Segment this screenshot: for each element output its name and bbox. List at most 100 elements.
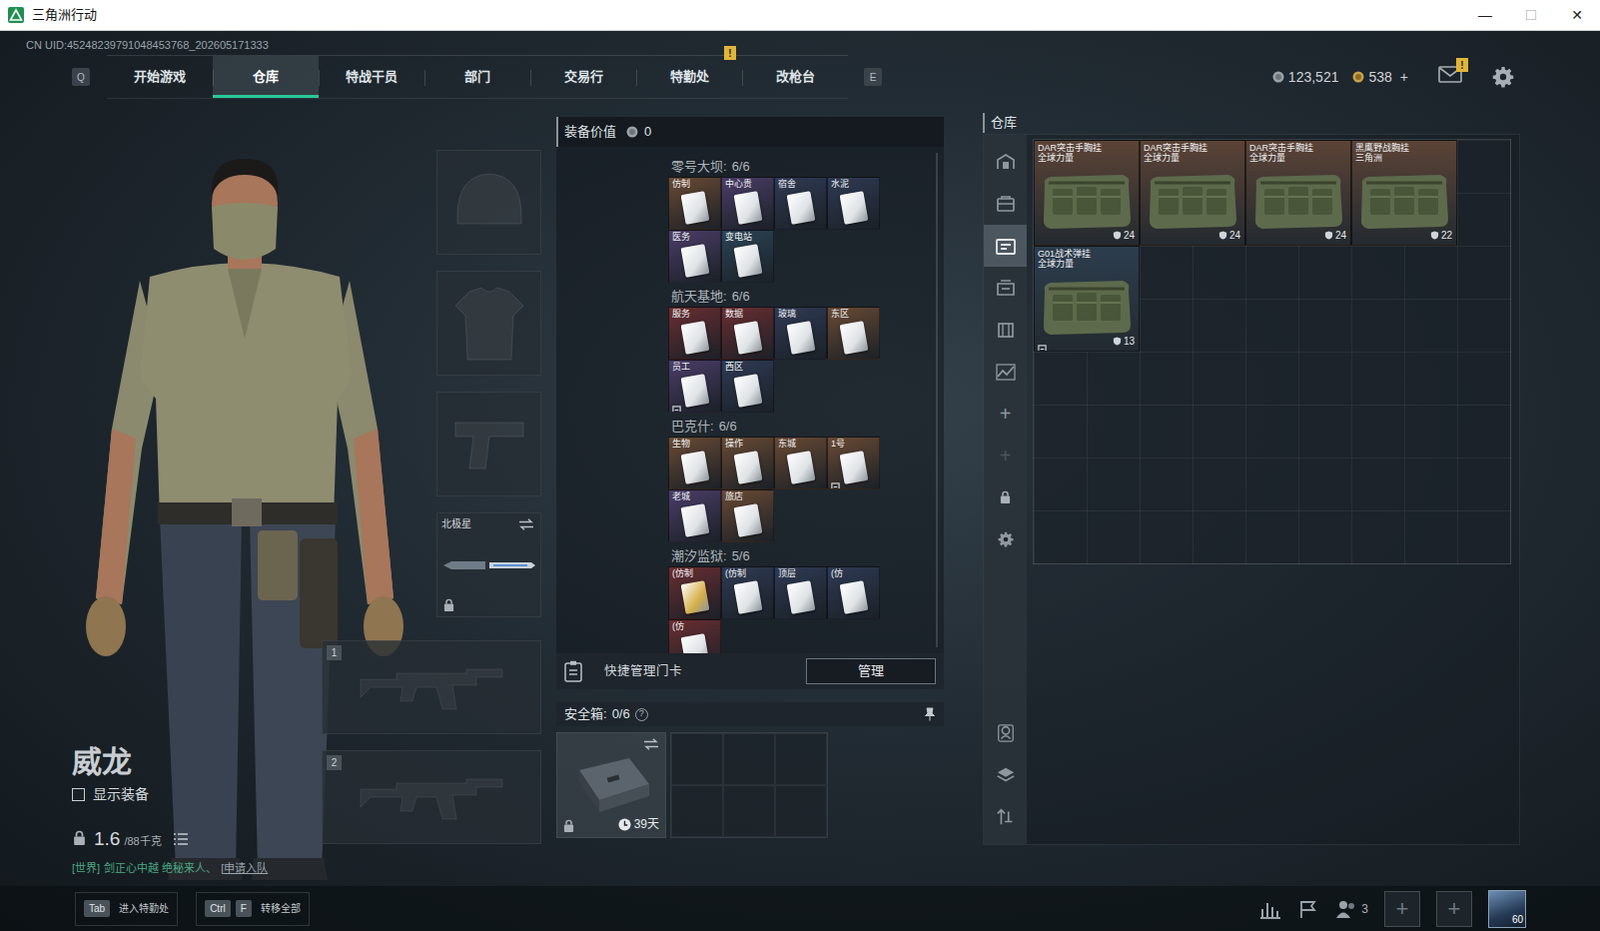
stash-tab[interactable] xyxy=(983,224,1027,267)
friends-button[interactable]: 3 xyxy=(1335,898,1369,919)
help-button[interactable]: ? xyxy=(635,708,649,722)
stash-item[interactable]: DAR突击手胸挂全球力量24 xyxy=(1139,139,1246,246)
keycard-count: 6/6 xyxy=(719,416,738,437)
nav-tab[interactable]: 交易行 xyxy=(530,55,637,98)
manage-button[interactable]: 管理 xyxy=(805,658,936,685)
keycard[interactable]: 宿舍 xyxy=(774,176,827,230)
invite-slot[interactable]: + xyxy=(1384,890,1421,927)
show-gear-toggle[interactable]: 显示装备 xyxy=(71,784,322,805)
shortcut-hint[interactable]: CtrlF转移全部 xyxy=(195,891,310,926)
operator-storage-button[interactable] xyxy=(983,712,1027,755)
keycard[interactable]: (仿 xyxy=(668,619,722,654)
stash-tab[interactable] xyxy=(983,182,1027,225)
top-up-button[interactable]: + xyxy=(1400,66,1409,88)
nav-tab[interactable]: 仓库 xyxy=(212,55,319,98)
list-icon[interactable] xyxy=(173,832,188,845)
stash-item[interactable]: 黑鹰野战胸挂三角洲22 xyxy=(1351,139,1458,246)
prev-tab-key[interactable]: Q xyxy=(71,67,90,86)
safe-cell[interactable] xyxy=(671,733,724,786)
keycard[interactable]: 医务 xyxy=(668,229,722,283)
rifle-icon xyxy=(356,657,507,718)
pin-icon[interactable] xyxy=(923,707,936,722)
shortcut-key: F xyxy=(235,899,252,917)
stash-item[interactable]: DAR突击手胸挂全球力量24 xyxy=(1033,139,1140,246)
weapon-slot[interactable]: 2 xyxy=(321,750,542,844)
nav-tab[interactable]: 改枪台 xyxy=(742,55,848,98)
keycard-label: (仿 xyxy=(669,620,721,634)
stats-chart-icon[interactable] xyxy=(1259,898,1282,919)
join-team-link[interactable]: [申请入队 xyxy=(220,859,268,877)
clock-icon xyxy=(618,817,632,831)
stash-item[interactable]: G01战术弹挂全球力量13 xyxy=(1033,245,1140,352)
swap-icon[interactable] xyxy=(643,738,660,751)
safe-cell[interactable] xyxy=(723,733,776,786)
bound-icon xyxy=(672,476,682,486)
weapon-slot[interactable]: 1 xyxy=(321,640,542,735)
window-control-button[interactable]: ✕ xyxy=(1554,0,1600,30)
safe-box-body: 39天 xyxy=(556,732,944,838)
stash-tab[interactable] xyxy=(983,266,1027,309)
stash-tab[interactable] xyxy=(983,350,1027,393)
safe-case-slot[interactable]: 39天 xyxy=(556,732,667,838)
sort-button[interactable] xyxy=(983,796,1027,838)
invite-slot[interactable]: + xyxy=(1436,890,1473,927)
safe-cell[interactable] xyxy=(775,785,827,837)
quick-manage-label: 快捷管理门卡 xyxy=(604,662,683,682)
armor-slot[interactable] xyxy=(436,270,542,376)
flag-icon[interactable] xyxy=(1297,898,1320,919)
player-avatar[interactable]: 60 xyxy=(1488,889,1527,928)
keycard[interactable]: (仿 xyxy=(826,566,880,620)
safe-cell[interactable] xyxy=(775,733,827,786)
keycard[interactable]: 生物 xyxy=(668,436,722,490)
keycard[interactable]: 中心贵 xyxy=(721,176,775,230)
keycard[interactable]: 水泥 xyxy=(826,176,880,230)
safe-cell[interactable] xyxy=(671,785,724,837)
keycard[interactable]: 仿制 xyxy=(668,176,722,230)
keycard[interactable]: 东区 xyxy=(826,306,880,360)
safe-cell[interactable] xyxy=(723,785,776,837)
shortcut-hint[interactable]: Tab进入特勤处 xyxy=(74,891,178,926)
map-name: 零号大坝: xyxy=(671,156,728,177)
stack-button[interactable] xyxy=(983,754,1027,797)
swap-icon[interactable] xyxy=(518,518,535,531)
keycard[interactable]: 员工 xyxy=(668,359,722,413)
keycard[interactable]: 东城 xyxy=(774,436,827,490)
mail-button[interactable]: ! xyxy=(1438,64,1463,89)
pistol-slot[interactable] xyxy=(436,391,542,497)
keycard[interactable]: 顶层 xyxy=(774,566,827,620)
stash-item[interactable]: DAR突击手胸挂全球力量24 xyxy=(1245,139,1352,246)
stash-lock-button[interactable] xyxy=(983,476,1027,519)
keycard[interactable]: (仿制 xyxy=(721,566,775,620)
helmet-slot[interactable] xyxy=(436,149,542,255)
keycard[interactable]: 变电站 xyxy=(721,229,775,283)
show-gear-checkbox[interactable] xyxy=(71,788,85,801)
nav-tab[interactable]: 部门 xyxy=(424,55,531,98)
bound-icon xyxy=(672,269,682,279)
nav-tab[interactable]: 特战干员 xyxy=(318,55,425,98)
keycard[interactable]: 1号 xyxy=(826,436,880,490)
add-stash-tab-button[interactable]: + xyxy=(983,392,1027,435)
premium-balance: 538+ xyxy=(1352,66,1409,88)
keycard[interactable]: 服务 xyxy=(668,306,722,360)
next-tab-key[interactable]: E xyxy=(863,67,882,86)
melee-slot[interactable]: 北极星 xyxy=(436,512,542,618)
stash-settings-button[interactable] xyxy=(983,518,1027,561)
scrollbar-track[interactable] xyxy=(935,152,938,648)
nav-tab[interactable]: 特勤处! xyxy=(636,55,743,98)
stash-tab[interactable] xyxy=(983,308,1027,351)
keycard[interactable]: 玻璃 xyxy=(774,306,827,360)
stash-tab[interactable] xyxy=(983,140,1027,183)
keycard[interactable]: 西区 xyxy=(721,359,775,413)
keycard[interactable]: 操作 xyxy=(721,436,775,490)
chest-rig-icon xyxy=(1038,272,1135,339)
keycard[interactable]: 老城 xyxy=(668,489,722,543)
layers-icon xyxy=(995,765,1016,786)
knife-icon xyxy=(441,557,538,574)
settings-gear-icon[interactable] xyxy=(1492,65,1515,88)
keycard[interactable]: 旅店 xyxy=(721,489,775,543)
stash-grid: DAR突击手胸挂全球力量24DAR突击手胸挂全球力量24DAR突击手胸挂全球力量… xyxy=(1032,138,1512,565)
keycard[interactable]: 数据 xyxy=(721,306,775,360)
nav-tab[interactable]: 开始游戏 xyxy=(106,55,213,98)
window-control-button[interactable]: — xyxy=(1462,0,1509,30)
keycard[interactable]: (仿制 xyxy=(668,566,722,620)
